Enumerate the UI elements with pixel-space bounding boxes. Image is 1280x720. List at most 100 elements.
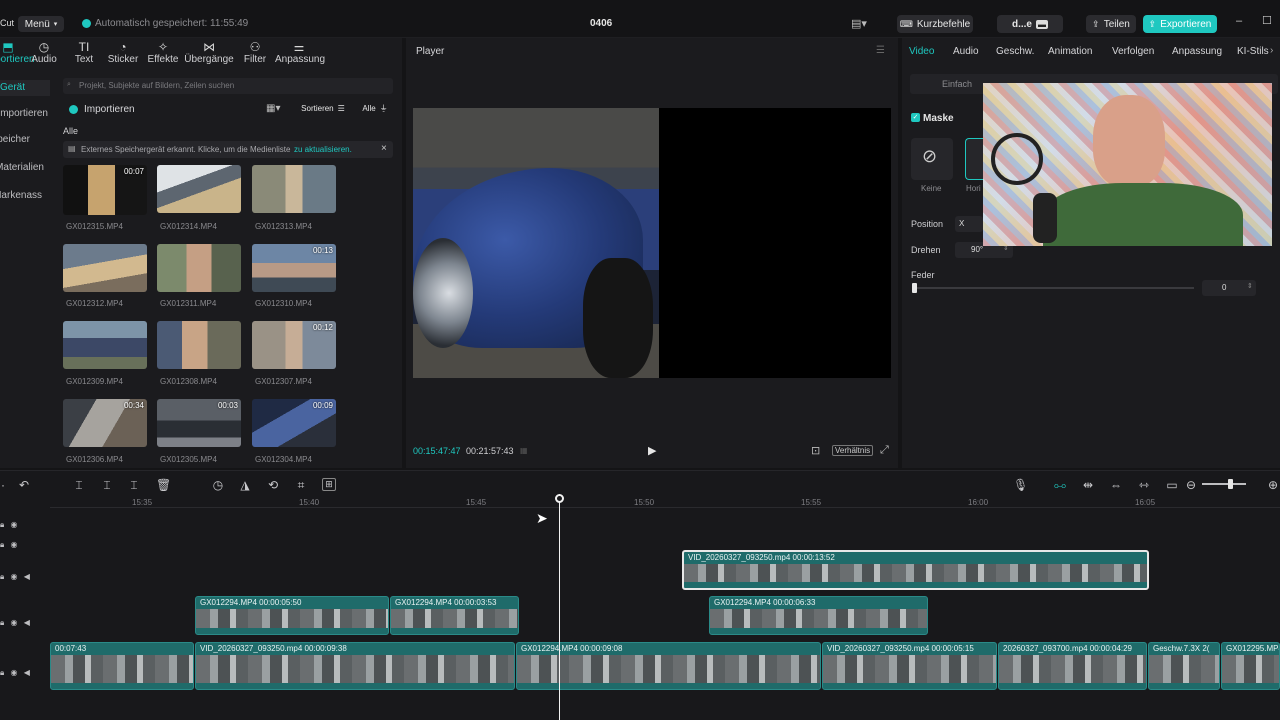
player-menu-icon[interactable]: ☰ <box>876 45 885 56</box>
lock-icon[interactable]: 🔒︎ <box>0 520 4 529</box>
share-button[interactable]: ⇪ Teilen <box>1086 15 1136 33</box>
zoom-in-icon[interactable]: ⊕ <box>1266 478 1280 492</box>
side-nav-brand[interactable]: Markenass... <box>0 190 42 201</box>
timeline-clip[interactable]: GX012295.MP4 <box>1221 642 1280 690</box>
position-x-field[interactable]: X <box>955 216 983 232</box>
timeline-clip[interactable]: GX012294.MP4 00:00:03:53 <box>390 596 519 635</box>
minimize-icon[interactable]: – <box>1236 15 1242 27</box>
tool-effects[interactable]: ✧ Effekte <box>139 40 187 65</box>
undo-icon[interactable]: ↶ <box>17 478 31 492</box>
timeline-clip[interactable]: GX012294.MP4 00:00:09:08 <box>516 642 821 690</box>
volume-icon[interactable]: ◀ <box>24 668 30 677</box>
zoom-slider[interactable] <box>1202 483 1246 485</box>
close-icon[interactable]: × <box>381 143 387 154</box>
tab-adjust[interactable]: Anpassung <box>1172 46 1222 57</box>
notice-link[interactable]: zu aktualisieren. <box>294 145 352 154</box>
ratio-button[interactable]: Verhältnis <box>832 445 874 456</box>
crop-icon[interactable]: ⌗ <box>294 478 308 493</box>
media-thumb[interactable]: 00:07 <box>63 165 147 215</box>
mask-checkbox[interactable]: ✓ <box>911 113 920 122</box>
timeline-clip[interactable]: 20260327_093700.mp4 00:00:04:29 <box>998 642 1147 690</box>
speed-icon[interactable]: ◷ <box>211 478 225 492</box>
lock-icon[interactable]: 🔒︎ <box>0 668 4 677</box>
zoom-slider-handle[interactable] <box>1228 479 1233 489</box>
caption-icon[interactable]: ▭ <box>1165 478 1179 492</box>
frame-grid-icon[interactable]: ▦ <box>520 446 528 455</box>
side-nav-device[interactable]: Gerät <box>0 82 48 91</box>
timeline-clip[interactable]: Geschw.7.3X 2( <box>1148 642 1220 690</box>
lock-icon[interactable]: 🔒︎ <box>0 618 4 627</box>
focus-icon[interactable]: ⊡ <box>811 444 820 457</box>
tab-tracking[interactable]: Verfolgen <box>1112 46 1154 57</box>
eye-icon[interactable]: ◉ <box>11 520 18 529</box>
snap-icon[interactable]: ⧟ <box>1053 478 1067 493</box>
auto-reframe-icon[interactable]: ⊞ <box>322 478 336 491</box>
side-nav-storage[interactable]: Speicher <box>0 134 30 145</box>
timeline-ruler[interactable] <box>50 494 1280 508</box>
media-thumb[interactable]: 00:03 <box>157 399 241 447</box>
split-icon[interactable]: ⌶ <box>72 478 86 493</box>
tab-video[interactable]: Video <box>909 46 934 57</box>
tool-transitions[interactable]: ⋈ Übergänge <box>184 40 234 65</box>
more-tabs-icon[interactable]: › <box>1270 45 1273 56</box>
rotate-icon[interactable]: ⟲ <box>266 478 280 492</box>
tab-animation[interactable]: Animation <box>1048 46 1092 57</box>
media-thumb[interactable]: 00:13 <box>252 244 336 292</box>
timeline-clip[interactable]: VID_20260327_093250.mp4 00:00:13:52 <box>682 550 1149 590</box>
user-chip[interactable]: d...e ▬ <box>997 15 1063 33</box>
split-left-icon[interactable]: ⌶ <box>100 478 114 493</box>
sort-button[interactable]: Sortieren ☰ <box>296 101 350 116</box>
menu-button[interactable]: Menü ▾ <box>18 16 64 32</box>
playhead-handle[interactable] <box>555 494 564 503</box>
microphone-icon[interactable]: 🎙 <box>1013 478 1028 492</box>
maximize-icon[interactable]: ☐ <box>1262 14 1272 27</box>
undo-stub-icon[interactable]: · <box>0 478 10 492</box>
timeline-clip[interactable]: 00:07:43 <box>50 642 194 690</box>
media-thumb[interactable]: 00:12 <box>252 321 336 369</box>
timeline-clip[interactable]: GX012294.MP4 00:00:06:33 <box>709 596 928 635</box>
media-thumb[interactable] <box>157 321 241 369</box>
eye-icon[interactable]: ◉ <box>11 668 18 677</box>
volume-icon[interactable]: ◀ <box>24 572 30 581</box>
timeline-clip[interactable]: VID_20260327_093250.mp4 00:00:09:38 <box>195 642 515 690</box>
media-thumb[interactable] <box>157 244 241 292</box>
timeline-clip[interactable]: VID_20260327_093250.mp4 00:00:05:15 <box>822 642 997 690</box>
media-thumb[interactable] <box>63 321 147 369</box>
shortcuts-button[interactable]: ⌨ Kurzbefehle <box>897 15 973 33</box>
playhead[interactable] <box>559 494 560 720</box>
eye-icon[interactable]: ◉ <box>11 540 18 549</box>
link-icon[interactable]: ⇹ <box>1081 478 1095 492</box>
lock-icon[interactable]: 🔒︎ <box>0 540 4 549</box>
side-nav-import[interactable]: Importieren <box>0 108 48 119</box>
view-grid-icon[interactable]: ▦▾ <box>266 103 280 114</box>
tab-speed[interactable]: Geschw. <box>996 46 1034 57</box>
tool-filter[interactable]: ⚇ Filter <box>231 40 279 65</box>
side-nav-materials[interactable]: Materialien... <box>0 162 44 173</box>
split-right-icon[interactable]: ⌶ <box>127 478 141 493</box>
media-thumb[interactable]: 00:09 <box>252 399 336 447</box>
tab-ai-styles[interactable]: KI-Stils <box>1237 46 1269 57</box>
zoom-out-icon[interactable]: ⊖ <box>1184 478 1198 492</box>
media-thumb[interactable] <box>252 165 336 213</box>
lock-icon[interactable]: 🔒︎ <box>0 572 4 581</box>
split-axis-icon[interactable]: ⇿ <box>1137 478 1151 492</box>
tool-adjust[interactable]: ⚌ Anpassung <box>275 40 325 65</box>
timeline-clip[interactable]: GX012294.MP4 00:00:05:50 <box>195 596 389 635</box>
layout-icon[interactable]: ▤▾ <box>851 17 867 30</box>
feather-slider[interactable] <box>912 287 1194 289</box>
subtab-basic[interactable]: Einfach <box>942 79 972 89</box>
media-thumb[interactable] <box>63 244 147 292</box>
filter-button[interactable]: Alle ⏚ <box>357 101 393 116</box>
preview-axis-icon[interactable]: ⇔ <box>1109 478 1123 492</box>
feather-slider-handle[interactable] <box>912 283 917 293</box>
eye-icon[interactable]: ◉ <box>11 618 18 627</box>
import-button[interactable]: Importieren <box>84 104 135 115</box>
mask-none-option[interactable]: ⊘ <box>911 138 953 180</box>
export-button[interactable]: ⇪ Exportieren <box>1143 15 1217 33</box>
volume-icon[interactable]: ◀ <box>24 618 30 627</box>
fullscreen-icon[interactable]: ⤢ <box>880 444 889 457</box>
media-thumb[interactable] <box>157 165 241 213</box>
media-search[interactable]: ⌕ Projekt, Subjekte auf Bildern, Zeilen … <box>63 78 393 94</box>
play-icon[interactable]: ▶ <box>648 444 656 457</box>
mirror-icon[interactable]: ◮ <box>238 478 252 492</box>
